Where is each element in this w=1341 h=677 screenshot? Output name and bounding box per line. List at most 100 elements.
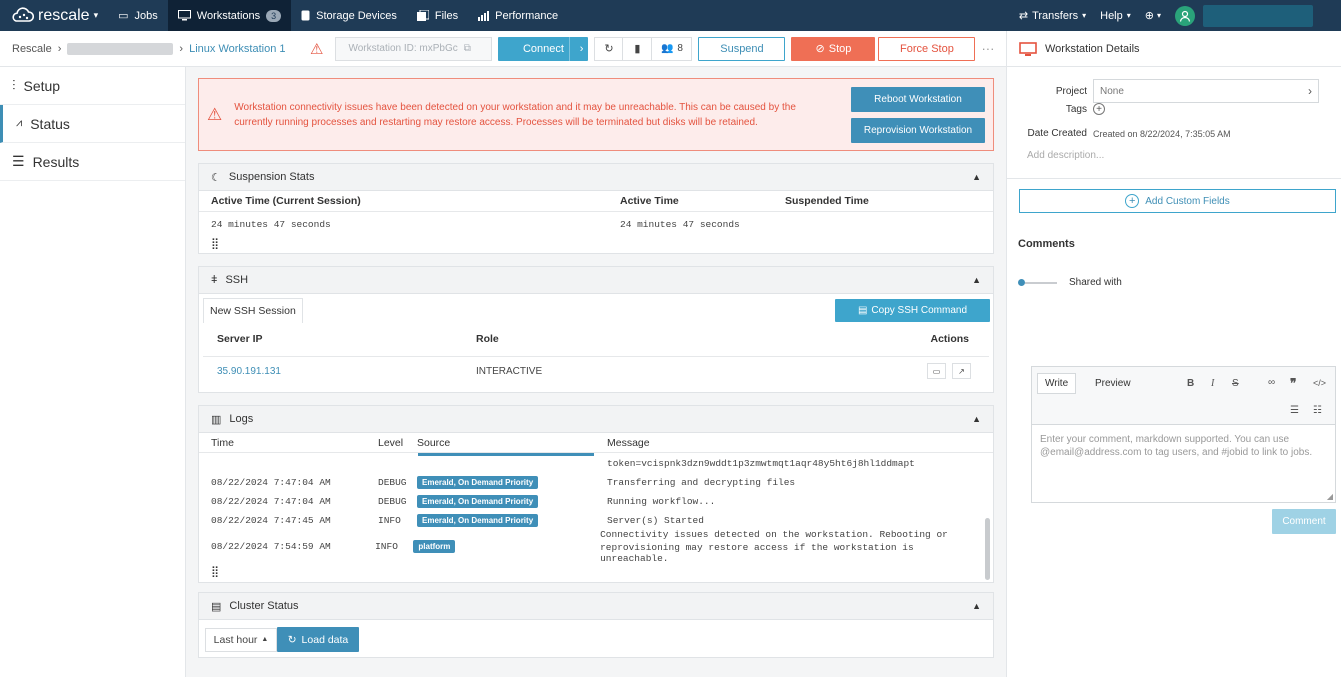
tab-write[interactable]: Write <box>1037 373 1077 394</box>
log-level: DEBUG <box>378 477 407 488</box>
column-header: Level <box>378 436 404 449</box>
monitor-icon <box>1019 41 1037 56</box>
refresh-icon: ↻ <box>604 43 614 55</box>
bold-icon[interactable]: B <box>1187 378 1194 389</box>
stop-label: Stop <box>828 42 852 55</box>
logs-scrollbar[interactable] <box>985 518 990 580</box>
sidebar-item-setup[interactable]: ⫶ Setup <box>0 67 185 105</box>
refresh-button[interactable]: ↻ <box>594 36 624 61</box>
log-time: 08/22/2024 7:47:04 AM <box>211 496 331 507</box>
ssh-header[interactable]: ǂ SSH ▲ <box>199 267 993 294</box>
chevron-right-icon: › <box>179 42 184 55</box>
alert-line-1: Workstation connectivity issues have bee… <box>234 101 796 113</box>
force-stop-button[interactable]: Force Stop <box>878 36 976 61</box>
chevron-up-icon[interactable]: ▲ <box>972 275 981 285</box>
chevron-up-icon[interactable]: ▲ <box>972 601 981 611</box>
column-header: Active Time <box>620 195 679 207</box>
files-icon <box>416 10 429 21</box>
copy-ssh-command-button[interactable]: ▤ Copy SSH Command <box>835 299 990 322</box>
column-header: Actions <box>930 333 969 345</box>
project-select[interactable]: None › <box>1093 79 1319 103</box>
cluster-status-header[interactable]: ▤ Cluster Status ▲ <box>199 593 993 620</box>
transfers-menu[interactable]: ⇄ Transfers ▾ <box>1019 9 1086 23</box>
chevron-up-icon[interactable]: ▲ <box>972 414 981 424</box>
column-header: Source <box>417 436 451 449</box>
comment-submit-button[interactable]: Comment <box>1272 509 1336 534</box>
user-menu[interactable] <box>1175 4 1313 27</box>
code-icon[interactable]: </> <box>1313 378 1326 388</box>
nav-jobs[interactable]: ▭ Jobs <box>108 0 168 31</box>
date-created-label: Date Created <box>1027 128 1087 139</box>
breadcrumb-root[interactable]: Rescale <box>12 43 52 55</box>
add-tag-icon[interactable]: + <box>1093 103 1105 115</box>
nav-files[interactable]: Files <box>407 0 468 31</box>
nav-performance[interactable]: Performance <box>468 0 568 31</box>
comment-textarea[interactable]: Enter your comment, markdown supported. … <box>1032 425 1335 467</box>
italic-icon[interactable]: I <box>1211 378 1214 389</box>
breadcrumb-current[interactable]: Linux Workstation 1 <box>189 43 285 55</box>
sidebar-item-results[interactable]: ☰ Results <box>0 143 185 181</box>
workstations-count-badge: 3 <box>266 9 282 22</box>
column-header: Active Time (Current Session) <box>211 195 361 207</box>
help-menu[interactable]: Help ▾ <box>1100 10 1131 22</box>
stop-button[interactable]: ⊘ Stop <box>791 36 876 61</box>
tab-new-ssh-session[interactable]: New SSH Session <box>203 298 303 323</box>
more-options-icon[interactable]: ··· <box>981 41 994 56</box>
chevron-right-icon[interactable]: › <box>580 43 584 55</box>
column-header: Message <box>607 436 650 449</box>
description-input[interactable]: Add description... <box>1027 150 1104 161</box>
strikethrough-icon[interactable]: S <box>1232 378 1239 389</box>
nav-performance-label: Performance <box>495 9 559 22</box>
shared-with-toggle[interactable] <box>1018 279 1057 286</box>
link-icon[interactable]: ∞ <box>1268 377 1275 388</box>
workstation-id-field[interactable]: Workstation ID: mxPbGc ⧉ <box>335 36 493 61</box>
column-header: Suspended Time <box>785 195 869 207</box>
suspension-stats-header[interactable]: ☾ Suspension Stats ▲ <box>199 164 993 191</box>
chevron-up-icon[interactable]: ▲ <box>972 172 981 182</box>
log-message-continued: reprovisioning may restore access if the… <box>600 541 914 564</box>
reboot-workstation-button[interactable]: Reboot Workstation <box>851 86 985 112</box>
column-header: Role <box>476 333 499 345</box>
copy-icon[interactable]: ⧉ <box>464 43 471 54</box>
reprovision-workstation-button[interactable]: Reprovision Workstation <box>851 117 985 143</box>
logs-header[interactable]: ▥ Logs ▲ <box>199 406 993 433</box>
connect-button[interactable]: Connect › <box>498 36 589 61</box>
share-users-button[interactable]: 👥 8 <box>652 36 693 61</box>
cluster-icon: ▤ <box>211 600 222 613</box>
connectivity-alert: ⚠ Workstation connectivity issues have b… <box>198 78 994 151</box>
sliders-icon: ⫶ <box>12 77 16 93</box>
load-data-button[interactable]: ↻ Load data <box>277 627 359 652</box>
numbered-list-icon[interactable]: ☷ <box>1313 405 1322 416</box>
add-custom-fields-button[interactable]: + Add Custom Fields <box>1019 189 1336 213</box>
language-menu[interactable]: ⊕ ▾ <box>1145 9 1161 22</box>
brand-menu[interactable]: rescale ▾ <box>0 0 108 31</box>
placeholder-line-1: Enter your comment, markdown supported. … <box>1040 434 1290 445</box>
server-ip-link[interactable]: 35.90.191.131 <box>217 366 476 377</box>
log-icon: ▥ <box>211 413 222 426</box>
tab-preview[interactable]: Preview <box>1095 378 1131 389</box>
external-link-icon[interactable]: ↗ <box>952 363 971 379</box>
load-data-label: Load data <box>301 633 349 646</box>
nav-storage-devices[interactable]: Storage Devices <box>291 0 407 31</box>
grid-icon[interactable]: ⣿ <box>211 237 219 250</box>
clipboard-button[interactable]: ▮ <box>623 36 653 61</box>
resize-handle-icon[interactable]: ◢ <box>1327 492 1333 501</box>
breadcrumb-redacted[interactable] <box>67 42 174 55</box>
time-range-dropdown[interactable]: Last hour ▲ <box>205 627 277 652</box>
left-sidebar: ⫶ Setup ⩘ Status ☰ Results <box>0 67 186 677</box>
bullet-list-icon[interactable]: ☰ <box>1290 405 1299 416</box>
grid-icon[interactable]: ⣿ <box>211 565 219 578</box>
chevron-down-icon: ▾ <box>1156 11 1161 20</box>
chevron-down-icon: ▾ <box>93 10 99 20</box>
terminal-icon[interactable]: ▭ <box>927 363 946 379</box>
project-label: Project <box>1055 85 1087 97</box>
date-created-value: Created on 8/22/2024, 7:35:05 AM <box>1093 128 1231 139</box>
suspend-button[interactable]: Suspend <box>698 36 786 61</box>
sidebar-item-label: Results <box>32 153 80 170</box>
clipboard-icon: ▮ <box>634 43 641 55</box>
log-source-tag: Emerald, On Demand Priority <box>417 514 539 527</box>
sidebar-item-status[interactable]: ⩘ Status <box>0 105 185 143</box>
quote-icon[interactable]: ❞ <box>1290 376 1296 390</box>
log-row: 08/22/2024 7:47:04 AM DEBUG Emerald, On … <box>199 473 993 492</box>
nav-workstations[interactable]: Workstations 3 <box>167 0 292 31</box>
